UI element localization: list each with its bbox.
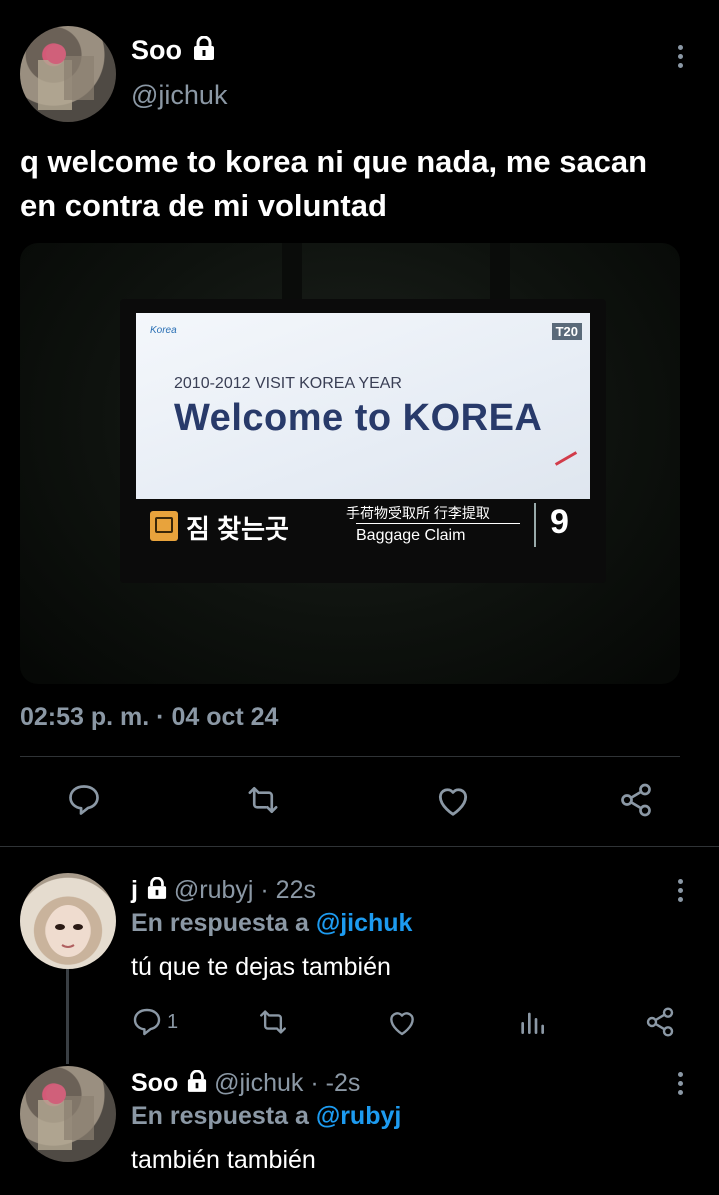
divider [0,846,719,847]
tweet-text-line: en contra de mi voluntad [20,188,387,223]
more-icon[interactable] [668,38,692,74]
baggage-icon [150,511,178,541]
reply-time: · 22s [260,876,316,904]
reply-count: 1 [167,1010,179,1033]
author-avatar[interactable] [20,26,116,122]
author-handle[interactable]: @jichuk [131,80,227,111]
lock-icon [147,876,167,906]
more-icon[interactable] [668,1065,692,1101]
tweet-timestamp[interactable]: 02:53 p. m. · 04 oct 24 [20,703,278,732]
thread-line [66,969,69,1064]
lock-icon [193,35,215,67]
reply-handle[interactable]: @jichuk [214,1069,303,1097]
reply-header: j @rubyj · 22s [131,876,316,906]
tweet-text-line: q welcome to korea ni que nada, me sacan [20,144,648,179]
tweet-text: q welcome to korea ni que nada, me sacan… [20,140,710,228]
lock-icon [187,1069,207,1099]
author-name-row[interactable]: Soo [131,35,215,67]
like-icon[interactable] [386,1006,418,1038]
sign-english: Baggage Claim [356,527,466,544]
sign-tag: T20 [551,323,582,340]
reply-name[interactable]: j [131,876,138,904]
reply-text: también también [131,1146,316,1174]
analytics-icon[interactable] [516,1006,548,1038]
sign-korean: 짐 찾는곳 [186,514,289,544]
reply-button[interactable]: 1 [131,1006,178,1038]
divider [20,756,680,757]
sign-board: Korea T20 2010-2012 VISIT KOREA YEAR Wel… [120,299,606,583]
reply-icon[interactable] [66,782,102,818]
sign-logo: Korea [150,325,177,336]
reply-to-mention[interactable]: @jichuk [316,909,413,937]
reply-to-mention[interactable]: @rubyj [316,1102,402,1130]
like-icon[interactable] [434,782,472,818]
reply-avatar[interactable] [20,1066,116,1162]
sign-gate: 9 [550,503,569,541]
author-name[interactable]: Soo [131,35,182,65]
tweet-image[interactable]: Korea T20 2010-2012 VISIT KOREA YEAR Wel… [20,243,680,684]
reply-handle[interactable]: @rubyj [174,876,254,904]
reply-text: tú que te dejas también [131,953,391,981]
reply-to-line: En respuesta a @jichuk [131,909,412,938]
share-icon[interactable] [644,1006,676,1038]
reply-avatar[interactable] [20,873,116,969]
reply-time: · -2s [310,1069,361,1097]
reply-icon[interactable] [131,1006,163,1038]
retweet-icon[interactable] [244,782,282,818]
share-icon[interactable] [618,782,654,818]
sign-subtitle: 2010-2012 VISIT KOREA YEAR [174,375,402,392]
sign-chinese: 手荷物受取所 行李提取 [346,505,490,521]
reply-header: Soo @jichuk · -2s [131,1069,360,1099]
retweet-icon[interactable] [256,1006,290,1038]
sign-headline: Welcome to KOREA [174,397,543,439]
reply-to-label: En respuesta a [131,909,309,937]
reply-to-line: En respuesta a @rubyj [131,1102,401,1131]
more-icon[interactable] [668,872,692,908]
reply-name[interactable]: Soo [131,1069,178,1097]
reply-to-label: En respuesta a [131,1102,309,1130]
